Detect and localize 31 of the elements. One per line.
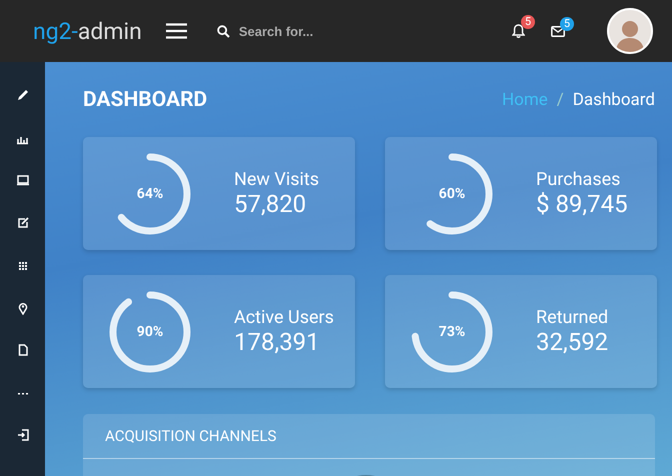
count-badge: 5 (560, 16, 574, 30)
avatar[interactable] (607, 8, 653, 54)
pencil-icon[interactable] (16, 88, 30, 102)
stat-label: New Visits (234, 169, 320, 190)
envelope-icon[interactable] (551, 26, 565, 36)
app-logo[interactable]: ng2-admin (33, 18, 142, 44)
stat-label: Active Users (234, 307, 334, 328)
stat-value: 32,592 (536, 328, 608, 356)
bell-icon[interactable] (512, 24, 525, 38)
search-icon[interactable] (216, 24, 230, 38)
menu-icon[interactable] (166, 23, 187, 39)
percent-label: 60% (438, 186, 466, 202)
stat-value: 178,391 (234, 328, 321, 356)
monitor-icon[interactable] (16, 173, 30, 187)
map-pin-icon[interactable] (16, 300, 30, 314)
stat-value: $ 89,745 (536, 190, 628, 218)
stat-value: 57,820 (234, 190, 308, 218)
percent-label: 73% (438, 324, 466, 340)
page-title: DASHBOARD (83, 88, 208, 112)
percent-label: 90% (136, 324, 164, 340)
breadcrumb-current: Dashboard (572, 90, 655, 110)
panel-title: ACQUISITION CHANNELS (105, 427, 276, 445)
count-badge: 5 (521, 15, 535, 29)
breadcrumb-separator: / (556, 90, 564, 110)
person-silhouette-icon (614, 18, 646, 52)
stat-label: Purchases (536, 169, 622, 190)
percent-label: 64% (136, 186, 164, 202)
edit-icon[interactable] (16, 216, 30, 230)
search-field[interactable]: Search for... (238, 24, 419, 38)
sign-in-icon[interactable] (16, 428, 30, 442)
stat-label: Returned (536, 307, 608, 328)
